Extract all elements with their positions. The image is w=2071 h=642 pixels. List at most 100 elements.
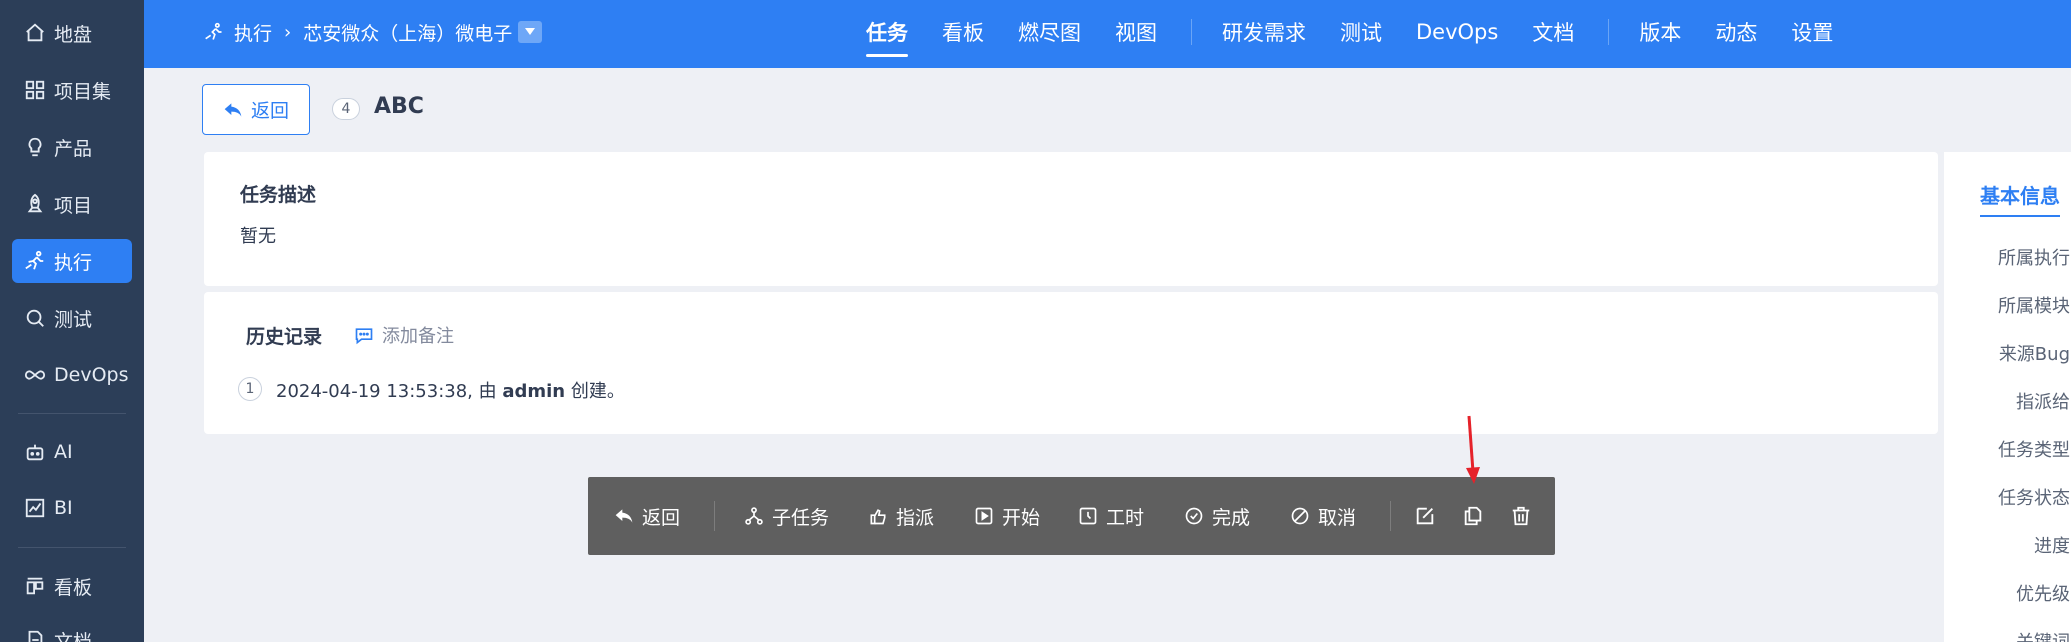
tab-devops[interactable]: DevOps <box>1416 20 1498 44</box>
tab-doc[interactable]: 文档 <box>1532 17 1574 47</box>
sidebar-item-ai[interactable]: AI <box>12 430 132 474</box>
infinity-icon <box>22 362 48 388</box>
sidebar-item-execution[interactable]: 执行 <box>12 239 132 283</box>
tab-test[interactable]: 测试 <box>1340 17 1382 47</box>
sidebar-item-test[interactable]: 测试 <box>12 296 132 340</box>
tab-burndown[interactable]: 燃尽图 <box>1018 17 1081 47</box>
tab-task[interactable]: 任务 <box>866 17 908 57</box>
field-assigned-to: 指派给 <box>2016 392 2070 413</box>
field-execution: 所属执行 <box>1998 248 2070 269</box>
robot-icon <box>22 439 48 465</box>
breadcrumb-separator: › <box>284 21 292 43</box>
sidebar-item-label: 测试 <box>54 308 93 331</box>
description-content: 暂无 <box>240 226 276 247</box>
toolbar-divider <box>1390 501 1391 531</box>
sidebar-item-label: AI <box>54 441 73 463</box>
bulb-icon <box>22 134 48 160</box>
add-note-label: 添加备注 <box>382 326 454 347</box>
back-arrow-icon <box>224 102 242 117</box>
sidebar-item-doc[interactable]: 文档 <box>12 618 132 642</box>
task-title: ABC <box>374 94 424 119</box>
chart-icon <box>22 495 48 521</box>
assign-label: 指派 <box>896 506 935 529</box>
sidebar-item-program[interactable]: 项目集 <box>12 68 132 112</box>
history-entry-action: 创建。 <box>565 381 625 402</box>
field-module: 所属模块 <box>1998 296 2070 317</box>
action-toolbar: 返回 子任务 指派 开始 工时 完成 取消 <box>588 477 1555 555</box>
tab-settings[interactable]: 设置 <box>1791 17 1833 47</box>
finish-button[interactable]: 完成 <box>1184 477 1250 555</box>
subtask-icon <box>745 507 763 525</box>
tab-kanban[interactable]: 看板 <box>942 17 984 47</box>
description-title: 任务描述 <box>240 184 317 206</box>
breadcrumb: 执行 › 芯安微众（上海）微电子 <box>204 0 543 64</box>
history-entry-time: 2024-04-19 13:53:38, 由 <box>276 381 503 402</box>
basic-info-title[interactable]: 基本信息 <box>1980 180 2060 217</box>
hand-point-icon <box>870 509 886 525</box>
breadcrumb-project[interactable]: 芯安微众（上海）微电子 <box>303 19 512 46</box>
tab-story[interactable]: 研发需求 <box>1222 17 1306 47</box>
tab-view[interactable]: 视图 <box>1115 17 1157 47</box>
sidebar-item-label: 文档 <box>54 630 93 642</box>
ban-icon <box>1291 507 1309 525</box>
cancel-button[interactable]: 取消 <box>1290 477 1356 555</box>
edit-button[interactable] <box>1414 477 1436 555</box>
tab-build[interactable]: 版本 <box>1639 17 1681 47</box>
comment-icon <box>355 328 373 345</box>
add-note-button[interactable]: 添加备注 <box>354 322 454 348</box>
effort-label: 工时 <box>1106 506 1145 529</box>
history-entry: 2024-04-19 13:53:38, 由 admin 创建。 <box>276 377 625 403</box>
copy-icon <box>1464 506 1482 526</box>
search-test-icon <box>22 305 48 331</box>
sidebar-item-project[interactable]: 项目 <box>12 182 132 226</box>
sidebar-item-label: BI <box>54 497 73 519</box>
sidebar-item-bi[interactable]: BI <box>12 486 132 530</box>
edit-icon <box>1416 507 1434 525</box>
history-title: 历史记录 <box>246 326 323 348</box>
sidebar-item-product[interactable]: 产品 <box>12 125 132 169</box>
tab-dynamic[interactable]: 动态 <box>1715 17 1757 47</box>
effort-button[interactable]: 工时 <box>1078 477 1144 555</box>
kanban-icon <box>22 573 48 599</box>
sidebar: 地盘 项目集 产品 项目 执行 测试 DevOps AI BI 看板 文档 <box>0 0 144 642</box>
sidebar-item-devops[interactable]: DevOps <box>12 353 132 397</box>
delete-button[interactable] <box>1510 477 1532 555</box>
breadcrumb-module[interactable]: 执行 <box>234 19 272 46</box>
clock-icon <box>1079 507 1097 525</box>
check-circle-icon <box>1185 507 1203 525</box>
doc-icon <box>22 627 48 642</box>
tab-divider <box>1608 19 1610 45</box>
top-tabs: 任务 看板 燃尽图 视图 研发需求 测试 DevOps 文档 版本 动态 设置 <box>866 0 1867 64</box>
sidebar-item-label: 看板 <box>54 576 93 599</box>
caret-down-icon <box>525 28 536 35</box>
sidebar-item-dashboard[interactable]: 地盘 <box>12 11 132 55</box>
history-entry-number: 1 <box>238 377 262 401</box>
toolbar-back-button[interactable]: 返回 <box>614 477 680 555</box>
run-icon <box>22 248 48 274</box>
field-progress: 进度 <box>2034 536 2070 557</box>
run-icon <box>205 22 222 40</box>
sidebar-item-kanban[interactable]: 看板 <box>12 564 132 608</box>
project-switch-button[interactable] <box>518 21 543 43</box>
start-button[interactable]: 开始 <box>974 477 1040 555</box>
toolbar-back-label: 返回 <box>642 506 681 529</box>
subtask-label: 子任务 <box>772 506 830 529</box>
field-task-status: 任务状态 <box>1998 488 2070 509</box>
home-icon <box>22 20 48 46</box>
basic-info-panel: 基本信息 所属执行 所属模块 来源Bug 指派给 任务类型 任务状态 进度 优先… <box>1944 152 2071 642</box>
field-priority: 优先级 <box>2016 584 2070 605</box>
field-from-bug: 来源Bug <box>1998 344 2070 365</box>
copy-button[interactable] <box>1462 477 1484 555</box>
annotation-arrow-icon <box>1466 415 1480 484</box>
subtask-button[interactable]: 子任务 <box>744 477 829 555</box>
sidebar-divider <box>18 547 126 548</box>
field-task-type: 任务类型 <box>1998 440 2070 461</box>
sidebar-item-label: 地盘 <box>54 23 93 46</box>
back-button[interactable]: 返回 <box>202 84 310 135</box>
toolbar-divider <box>714 501 715 531</box>
tab-divider <box>1191 19 1192 45</box>
assign-button[interactable]: 指派 <box>868 477 934 555</box>
sidebar-item-label: 项目 <box>54 194 93 217</box>
grid-icon <box>22 77 48 103</box>
back-button-label: 返回 <box>250 100 289 122</box>
